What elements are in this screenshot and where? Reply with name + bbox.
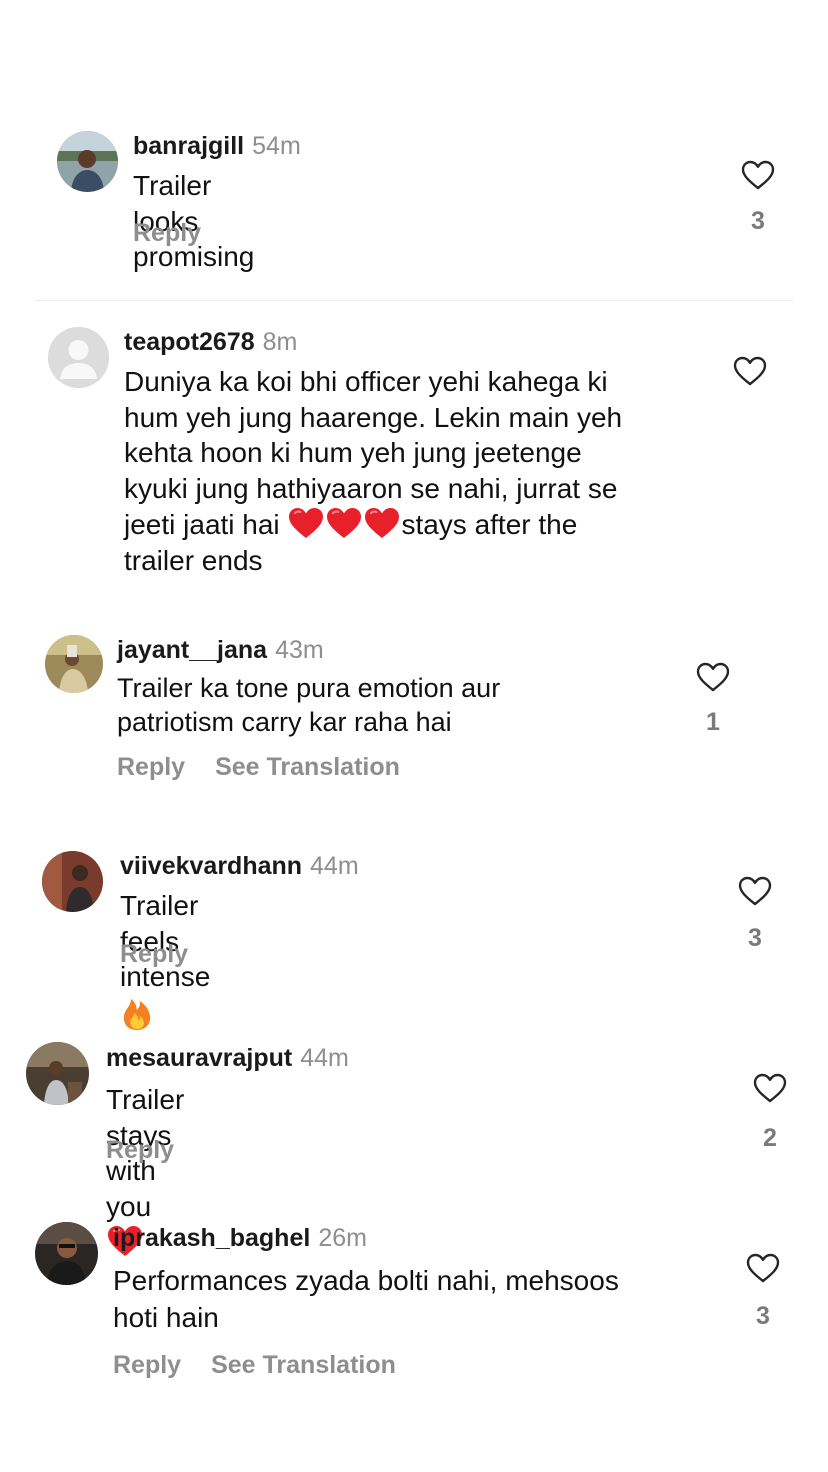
- timestamp: 26m: [318, 1224, 367, 1252]
- red-heart-emoji: [287, 506, 325, 540]
- avatar[interactable]: [26, 1042, 89, 1105]
- see-translation-button[interactable]: See Translation: [211, 1351, 396, 1379]
- reply-button[interactable]: Reply: [113, 1351, 181, 1379]
- comment-text: Performances zyada bolti nahi, mehsoos h…: [113, 1265, 619, 1333]
- reply-button[interactable]: Reply: [106, 1136, 174, 1164]
- avatar[interactable]: [57, 131, 118, 192]
- heart-outline-icon[interactable]: [753, 1073, 787, 1103]
- red-heart-emoji: [325, 506, 363, 540]
- reply-button[interactable]: Reply: [133, 219, 201, 247]
- heart-outline-icon[interactable]: [746, 1253, 780, 1283]
- username[interactable]: viivekvardhann: [120, 852, 302, 880]
- username[interactable]: teapot2678: [124, 328, 255, 356]
- default-avatar-icon[interactable]: [48, 327, 109, 388]
- like-count: 2: [763, 1124, 777, 1152]
- comment-text: Duniya ka koi bhi officer yehi kahega ki…: [124, 366, 623, 576]
- timestamp: 8m: [262, 328, 298, 356]
- avatar[interactable]: [35, 1222, 98, 1285]
- heart-outline-icon[interactable]: [741, 160, 775, 190]
- comment-text: Trailer ka tone pura emotion aur patriot…: [117, 673, 501, 737]
- see-translation-button[interactable]: See Translation: [215, 753, 400, 781]
- reply-button[interactable]: Reply: [117, 753, 185, 781]
- username[interactable]: mesauravrajput: [106, 1044, 292, 1072]
- avatar[interactable]: [45, 635, 103, 693]
- heart-outline-icon[interactable]: [738, 876, 772, 906]
- fire-emoji: [120, 995, 154, 1031]
- reply-button[interactable]: Reply: [120, 940, 188, 968]
- red-heart-emoji: [363, 506, 401, 540]
- timestamp: 44m: [300, 1044, 349, 1072]
- like-count: 3: [751, 207, 765, 235]
- timestamp: 44m: [310, 852, 359, 880]
- username[interactable]: jayant__jana: [117, 636, 267, 664]
- divider: [35, 300, 793, 301]
- username[interactable]: iprakash_baghel: [113, 1224, 310, 1252]
- timestamp: 54m: [252, 132, 301, 160]
- heart-outline-icon[interactable]: [733, 356, 767, 386]
- like-count: 1: [706, 708, 720, 736]
- like-count: 3: [756, 1302, 770, 1330]
- timestamp: 43m: [275, 636, 324, 664]
- avatar[interactable]: [42, 851, 103, 912]
- username[interactable]: banrajgill: [133, 132, 244, 160]
- heart-outline-icon[interactable]: [696, 662, 730, 692]
- like-count: 3: [748, 924, 762, 952]
